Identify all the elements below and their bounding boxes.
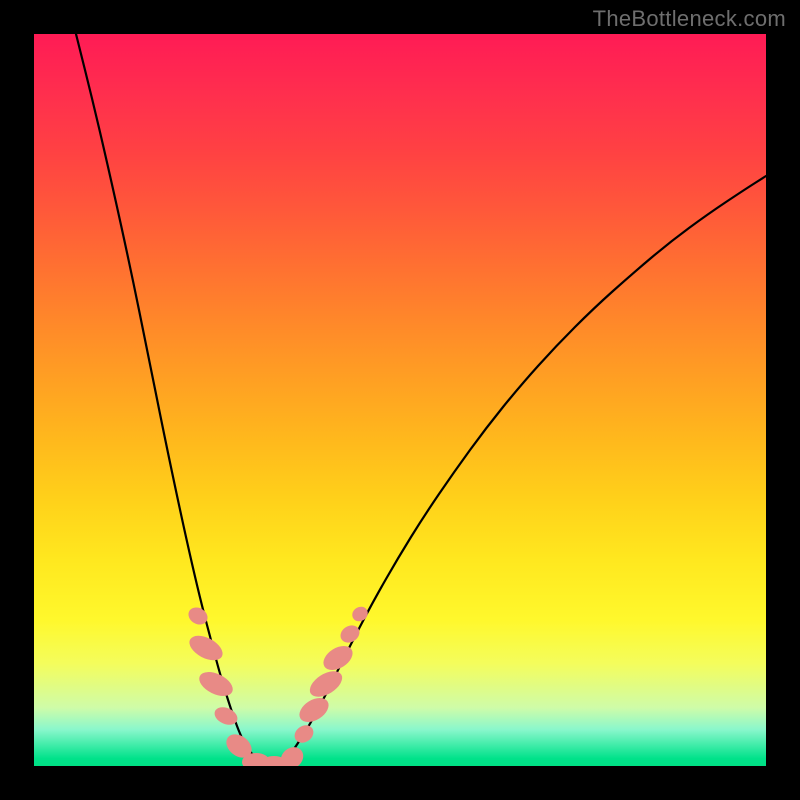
chart-area (34, 34, 766, 766)
chart-marker (295, 693, 333, 727)
chart-marker (305, 666, 346, 702)
chart-marker (185, 631, 226, 666)
chart-marker (291, 722, 317, 747)
chart-curve (76, 34, 766, 765)
chart-marker (337, 622, 362, 646)
chart-marker (350, 604, 371, 624)
chart-marker (195, 667, 236, 701)
chart-svg (34, 34, 766, 766)
chart-markers (185, 604, 370, 766)
watermark-label: TheBottleneck.com (593, 6, 786, 32)
